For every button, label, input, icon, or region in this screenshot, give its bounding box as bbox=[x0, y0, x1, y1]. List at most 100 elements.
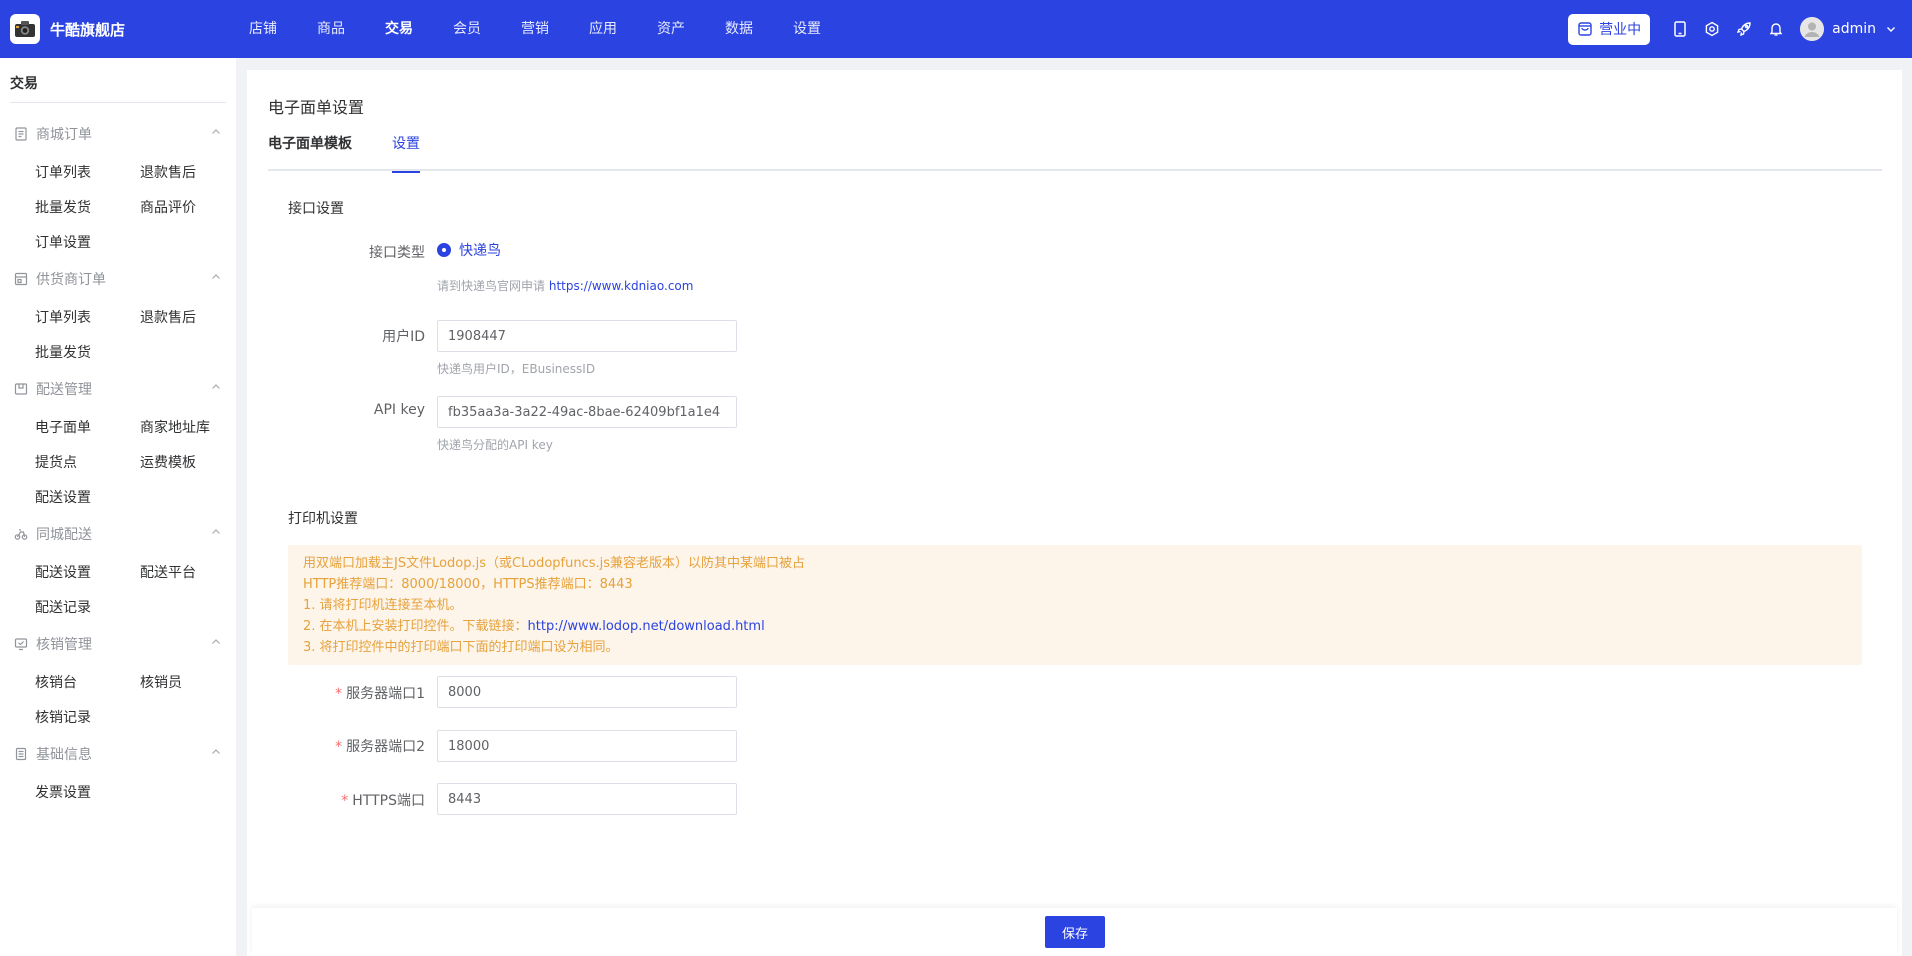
sidebar-group-verification[interactable]: 核销管理 bbox=[14, 634, 222, 654]
sidebar-item-local-delivery-settings[interactable]: 配送设置 bbox=[35, 562, 91, 582]
port2-input[interactable] bbox=[437, 730, 737, 762]
gear-icon[interactable] bbox=[1704, 21, 1720, 37]
lodop-download-link[interactable]: http://www.lodop.net/download.html bbox=[528, 619, 765, 634]
order-icon bbox=[14, 126, 30, 142]
section-interface-title: 接口设置 bbox=[288, 201, 344, 217]
bell-icon[interactable] bbox=[1768, 21, 1784, 37]
page-title: 电子面单设置 bbox=[268, 98, 365, 117]
sidebar-item-order-settings[interactable]: 订单设置 bbox=[35, 232, 91, 252]
user-name[interactable]: admin bbox=[1832, 21, 1876, 37]
delivery-icon bbox=[14, 381, 30, 397]
store-status-badge[interactable]: 营业中 bbox=[1568, 13, 1651, 45]
sidebar-group-supplier-orders[interactable]: 供货商订单 bbox=[14, 269, 222, 289]
info-icon bbox=[14, 746, 30, 762]
api-key-input[interactable] bbox=[437, 396, 737, 428]
sidebar-item-delivery-records[interactable]: 配送记录 bbox=[35, 597, 91, 617]
sidebar-item-batch-shipping[interactable]: 批量发货 bbox=[35, 197, 91, 217]
sidebar-item-invoice-settings[interactable]: 发票设置 bbox=[35, 782, 91, 802]
port1-label-text: 服务器端口1 bbox=[346, 686, 425, 702]
radio-checked-icon bbox=[437, 243, 451, 257]
nav-member[interactable]: 会员 bbox=[453, 0, 481, 58]
chevron-down-icon[interactable] bbox=[1886, 24, 1896, 34]
interface-type-label: 接口类型 bbox=[369, 245, 425, 261]
notice-line: 1. 请将打印机连接至本机。 bbox=[303, 598, 463, 613]
sidebar-group-basic-info[interactable]: 基础信息 bbox=[14, 744, 222, 764]
user-id-help: 快递鸟用户ID，EBusinessID bbox=[437, 362, 596, 376]
store-status-text: 营业中 bbox=[1599, 22, 1642, 38]
brand[interactable]: 牛酷旗舰店 bbox=[10, 14, 125, 44]
sidebar-group-local-delivery[interactable]: 同城配送 bbox=[14, 524, 222, 544]
required-mark: * bbox=[335, 739, 343, 755]
sidebar-item-freight-templates[interactable]: 运费模板 bbox=[140, 452, 196, 472]
sidebar-group-label: 商城订单 bbox=[36, 127, 92, 143]
port2-label-text: 服务器端口2 bbox=[346, 739, 425, 755]
sidebar-item-supplier-refunds[interactable]: 退款售后 bbox=[140, 307, 196, 327]
sidebar-title: 交易 bbox=[10, 76, 38, 92]
nav-store[interactable]: 店铺 bbox=[249, 0, 277, 58]
sidebar-item-supplier-batch-shipping[interactable]: 批量发货 bbox=[35, 342, 91, 362]
kdniao-link[interactable]: https://www.kdniao.com bbox=[549, 279, 694, 293]
sidebar-group-mall-orders[interactable]: 商城订单 bbox=[14, 124, 222, 144]
port1-input[interactable] bbox=[437, 676, 737, 708]
section-printer-title: 打印机设置 bbox=[288, 511, 358, 527]
https-port-input[interactable] bbox=[437, 783, 737, 815]
tab-waybill-templates[interactable]: 电子面单模板 bbox=[268, 134, 352, 171]
port1-label: * 服务器端口1 bbox=[285, 683, 425, 703]
bike-icon bbox=[14, 526, 30, 542]
chevron-up-icon bbox=[210, 126, 222, 142]
sidebar-item-refunds[interactable]: 退款售后 bbox=[140, 162, 196, 182]
user-id-label: 用户ID bbox=[382, 329, 425, 345]
notice-download-text: 2. 在本机上安装打印控件。下载链接： bbox=[303, 619, 528, 634]
sidebar-item-pickup-points[interactable]: 提货点 bbox=[35, 452, 77, 472]
notice-line-download: 2. 在本机上安装打印控件。下载链接：http://www.lodop.net/… bbox=[303, 616, 1847, 637]
nav-data[interactable]: 数据 bbox=[725, 0, 753, 58]
tab-settings[interactable]: 设置 bbox=[392, 134, 420, 173]
sidebar-group-label: 配送管理 bbox=[36, 382, 92, 398]
chevron-up-icon bbox=[210, 636, 222, 652]
mobile-icon[interactable] bbox=[1672, 21, 1688, 37]
sidebar-item-verifiers[interactable]: 核销员 bbox=[140, 672, 182, 692]
save-button[interactable]: 保存 bbox=[1045, 916, 1105, 948]
interface-help: 请到快递鸟官网申请 https://www.kdniao.com bbox=[437, 277, 693, 294]
nav-apps[interactable]: 应用 bbox=[589, 0, 617, 58]
main-card: 电子面单设置 电子面单模板 设置 接口设置 接口类型 快递鸟 请到快递鸟官网申请… bbox=[247, 70, 1902, 956]
sidebar-item-address-book[interactable]: 商家地址库 bbox=[140, 417, 210, 437]
sidebar-group-label: 基础信息 bbox=[36, 747, 92, 763]
kdniao-radio[interactable]: 快递鸟 bbox=[437, 240, 501, 260]
sidebar-divider bbox=[10, 102, 226, 103]
avatar[interactable] bbox=[1800, 17, 1825, 41]
required-mark: * bbox=[341, 793, 349, 809]
chevron-up-icon bbox=[210, 746, 222, 762]
sidebar-item-verify-desk[interactable]: 核销台 bbox=[35, 672, 77, 692]
top-bar: 牛酷旗舰店 店铺 商品 交易 会员 营销 应用 资产 数据 设置 营业中 adm… bbox=[0, 0, 1912, 58]
sidebar-item-order-list[interactable]: 订单列表 bbox=[35, 162, 91, 182]
shop-logo bbox=[10, 14, 40, 44]
supplier-icon bbox=[14, 271, 30, 287]
api-key-label: API key bbox=[373, 402, 425, 418]
notice-line: 3. 将打印控件中的打印端口下面的打印端口设为相同。 bbox=[303, 640, 619, 655]
printer-notice: 用双端口加载主JS文件Lodop.js（或CLodopfuncs.js兼容老版本… bbox=[288, 545, 1862, 665]
sidebar-item-delivery-settings[interactable]: 配送设置 bbox=[35, 487, 91, 507]
nav-goods[interactable]: 商品 bbox=[317, 0, 345, 58]
nav-assets[interactable]: 资产 bbox=[657, 0, 685, 58]
sidebar-group-delivery[interactable]: 配送管理 bbox=[14, 379, 222, 399]
nav-settings[interactable]: 设置 bbox=[793, 0, 821, 58]
sidebar-item-supplier-order-list[interactable]: 订单列表 bbox=[35, 307, 91, 327]
rocket-icon[interactable] bbox=[1736, 21, 1752, 37]
https-port-label-text: HTTPS端口 bbox=[352, 793, 425, 809]
user-id-input[interactable] bbox=[437, 320, 737, 352]
nav-trade[interactable]: 交易 bbox=[385, 0, 413, 58]
chevron-up-icon bbox=[210, 381, 222, 397]
chevron-up-icon bbox=[210, 271, 222, 287]
sidebar-item-delivery-platform[interactable]: 配送平台 bbox=[140, 562, 196, 582]
nav-marketing[interactable]: 营销 bbox=[521, 0, 549, 58]
radio-label: 快递鸟 bbox=[459, 243, 501, 259]
store-icon bbox=[1578, 22, 1592, 36]
sidebar-item-e-waybill[interactable]: 电子面单 bbox=[35, 417, 91, 437]
sidebar-group-label: 核销管理 bbox=[36, 637, 92, 653]
verify-icon bbox=[14, 636, 30, 652]
api-key-help: 快递鸟分配的API key bbox=[437, 438, 553, 452]
sidebar-item-product-reviews[interactable]: 商品评价 bbox=[140, 197, 196, 217]
sidebar-item-verify-records[interactable]: 核销记录 bbox=[35, 707, 91, 727]
notice-line: 用双端口加载主JS文件Lodop.js（或CLodopfuncs.js兼容老版本… bbox=[303, 556, 806, 571]
